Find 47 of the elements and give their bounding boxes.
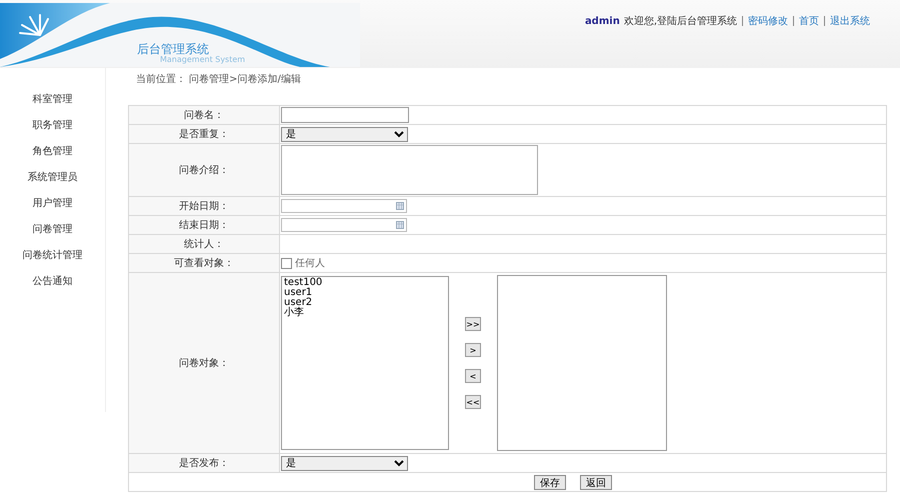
header-link[interactable]: 退出系统: [830, 14, 870, 28]
sidebar-item[interactable]: 职务管理: [32, 118, 72, 132]
field-label: 问卷名：: [128, 106, 280, 124]
sidebar-item[interactable]: 角色管理: [32, 144, 72, 158]
dropdown[interactable]: 是: [281, 126, 408, 142]
breadcrumb: 当前位置： 问卷管理>问卷添加/编辑: [135, 72, 302, 87]
checkbox-label: 任何人: [295, 257, 325, 270]
list-item[interactable]: user2: [284, 298, 446, 308]
move-button[interactable]: <: [465, 369, 481, 383]
checkbox[interactable]: [281, 258, 292, 268]
list-item[interactable]: user1: [284, 288, 446, 298]
sidebar-item[interactable]: 用户管理: [32, 196, 72, 210]
text-area[interactable]: [281, 145, 538, 195]
move-button[interactable]: >: [465, 343, 481, 357]
logo-subtitle: Management System: [160, 55, 246, 64]
dropdown[interactable]: 是: [281, 456, 408, 470]
sidebar-item[interactable]: 系统管理员: [28, 170, 78, 184]
calendar-icon: [396, 221, 404, 229]
field-label: 问卷对象：: [128, 272, 280, 454]
sidebar-item[interactable]: 问卷管理: [32, 222, 72, 236]
field-label: 开始日期：: [128, 196, 280, 216]
header-link[interactable]: 首页: [799, 14, 819, 28]
move-button[interactable]: >>: [465, 317, 481, 331]
form-button[interactable]: 保存: [534, 474, 566, 490]
field-label: 可查看对象：: [128, 254, 280, 272]
username: admin: [584, 16, 620, 26]
list-box[interactable]: [497, 275, 667, 451]
list-item[interactable]: test100: [284, 278, 446, 288]
date-field[interactable]: [281, 218, 407, 232]
field-label: 结束日期：: [128, 216, 280, 234]
field-label: 统计人：: [128, 234, 280, 254]
field-label: 是否重复：: [128, 124, 280, 144]
move-button[interactable]: <<: [465, 395, 481, 409]
text-field[interactable]: [281, 107, 409, 123]
sidebar-item[interactable]: 问卷统计管理: [22, 248, 82, 262]
field-label: 是否发布：: [128, 454, 280, 472]
date-field[interactable]: [281, 199, 407, 213]
sidebar-item[interactable]: 公告通知: [32, 274, 72, 288]
sidebar-item[interactable]: 科室管理: [32, 92, 72, 106]
calendar-icon: [396, 202, 404, 210]
welcome-text: 欢迎您,登陆后台管理系统: [624, 14, 737, 28]
field-label: 问卷介绍：: [128, 144, 280, 196]
list-box[interactable]: test100 user1 user2 小李: [281, 276, 449, 450]
form-button[interactable]: 返回: [580, 474, 612, 490]
header-link[interactable]: 密码修改: [748, 14, 788, 28]
list-item[interactable]: 小李: [284, 308, 446, 318]
logo-title: 后台管理系统: [137, 41, 209, 56]
